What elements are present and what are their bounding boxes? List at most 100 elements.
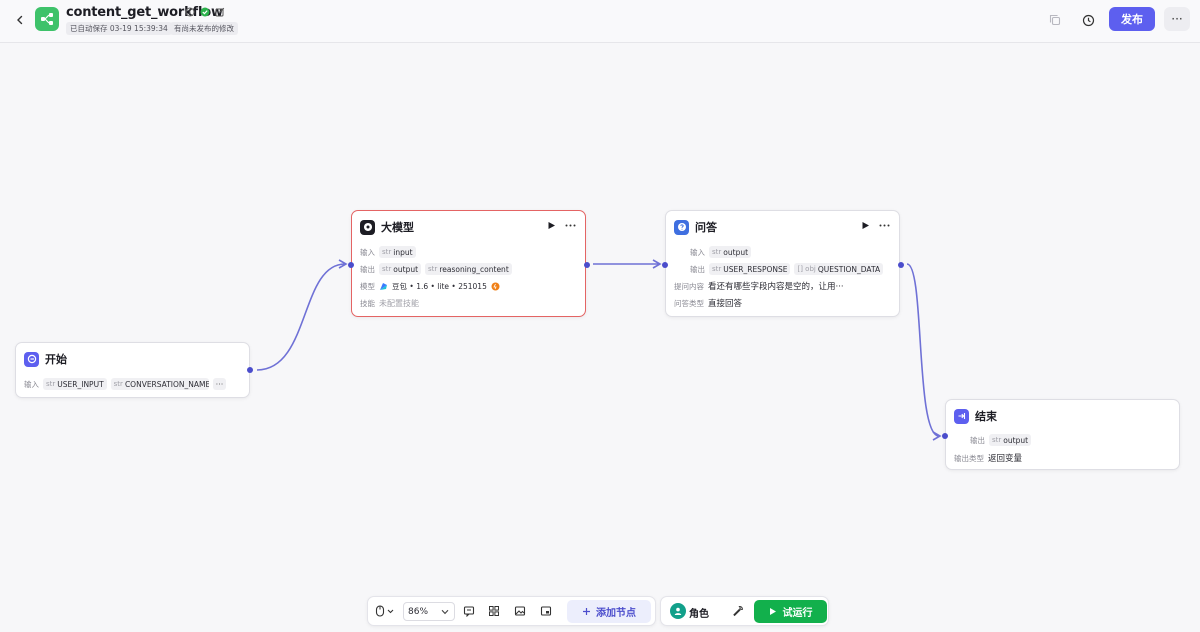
llm-node-title: 大模型 bbox=[381, 221, 414, 234]
start-output-port[interactable] bbox=[247, 367, 253, 373]
qa-node-answer-type-row: 问答类型 直接回答 bbox=[674, 296, 742, 310]
var-name: USER_RESPONSE bbox=[723, 264, 788, 274]
qa-node-actions bbox=[861, 221, 890, 230]
workflow-icon bbox=[41, 13, 53, 25]
publish-button[interactable]: 发布 bbox=[1109, 7, 1155, 31]
history-button[interactable] bbox=[1079, 11, 1097, 29]
variable-chip: str USER_RESPONSE bbox=[709, 263, 791, 275]
test-run-label: 试运行 bbox=[782, 608, 813, 619]
end-input-port[interactable] bbox=[942, 433, 948, 439]
edit-icon[interactable] bbox=[215, 7, 225, 17]
zoom-value: 86% bbox=[408, 606, 429, 617]
back-button[interactable] bbox=[11, 11, 29, 29]
mouse-icon bbox=[375, 605, 394, 617]
qa-node-title: 问答 bbox=[695, 221, 717, 234]
qa-output-port[interactable] bbox=[898, 262, 904, 268]
start-node-icon-box bbox=[24, 351, 39, 367]
top-bar: content_get_workflow 已自动保存 03-19 15:39:3… bbox=[0, 0, 1200, 43]
var-name: CONVERSATION_NAME bbox=[124, 379, 209, 389]
add-node-button[interactable]: 添加节点 bbox=[567, 600, 651, 623]
start-node-inputs: 输入 str USER_INPUT str CONVERSATION_NAME … bbox=[24, 377, 227, 391]
input-label: 输入 bbox=[690, 247, 705, 257]
llm-node-input-row: 输入 str input bbox=[360, 245, 416, 259]
skill-label: 技能 bbox=[360, 298, 375, 308]
comment-button[interactable] bbox=[461, 603, 477, 619]
var-name: output bbox=[1003, 435, 1029, 445]
edge-qa-end-arrow bbox=[932, 431, 942, 441]
more-button[interactable]: ··· bbox=[1164, 7, 1190, 31]
model-value: 豆包 • 1.6 • lite • 251015 bbox=[392, 281, 487, 291]
history-icon bbox=[1082, 14, 1094, 26]
llm-node-icon-box bbox=[360, 219, 375, 235]
check-circle-icon bbox=[200, 7, 210, 17]
minimap-button[interactable] bbox=[538, 603, 554, 619]
image-button[interactable] bbox=[512, 603, 528, 619]
comment-icon bbox=[463, 606, 475, 617]
image-icon bbox=[514, 606, 526, 616]
llm-output-port[interactable] bbox=[584, 262, 590, 268]
question-icon bbox=[677, 223, 686, 231]
interaction-mode-button[interactable] bbox=[373, 603, 397, 619]
input-label: 输入 bbox=[24, 379, 39, 389]
end-node[interactable]: 结束 输出 str output 输出类型 返回变量 bbox=[942, 399, 1180, 470]
exit-icon bbox=[958, 413, 965, 419]
more-options-icon[interactable] bbox=[565, 221, 576, 230]
edge-start-llm bbox=[256, 263, 346, 371]
test-run-button[interactable]: 试运行 bbox=[754, 600, 827, 623]
var-type: str bbox=[428, 265, 438, 273]
output-type-label: 输出类型 bbox=[954, 453, 984, 463]
qa-node-question-row: 提问内容 看还有哪些字段内容是空的，让用··· bbox=[674, 279, 844, 293]
variable-chip: str output bbox=[989, 434, 1032, 446]
answer-type-label: 问答类型 bbox=[674, 298, 704, 308]
output-type-value: 返回变量 bbox=[988, 454, 1023, 464]
llm-icon bbox=[363, 223, 372, 231]
qa-node-output-row: 输出 str USER_RESPONSE [] obj QUESTION_DAT… bbox=[690, 262, 884, 276]
output-label: 输出 bbox=[970, 435, 985, 445]
var-name: QUESTION_DATA bbox=[817, 264, 881, 274]
output-label: 输出 bbox=[360, 264, 375, 274]
chevron-left-icon bbox=[17, 15, 23, 25]
edge-start-llm-arrow bbox=[338, 259, 348, 269]
question-label: 提问内容 bbox=[674, 281, 704, 291]
wrench-icon bbox=[733, 605, 743, 617]
debug-settings-button[interactable] bbox=[730, 603, 746, 619]
layout-grid-icon bbox=[489, 606, 499, 616]
start-node[interactable]: 开始 输入 str USER_INPUT str CONVERSATION_NA… bbox=[15, 342, 253, 398]
llm-node[interactable]: 大模型 输入 str input 输出 str output str reaso… bbox=[348, 210, 590, 317]
edge-llm-qa-arrow bbox=[652, 259, 662, 269]
qa-node-icon-box bbox=[674, 219, 689, 235]
title-icons bbox=[185, 7, 225, 17]
variable-chip: str output bbox=[379, 263, 422, 275]
model-label: 模型 bbox=[360, 281, 375, 291]
var-name: output bbox=[723, 247, 749, 257]
end-node-icon-box bbox=[954, 408, 969, 424]
auto-layout-button[interactable] bbox=[486, 603, 502, 619]
copy-icon bbox=[1049, 14, 1061, 26]
zoom-select[interactable]: 86% bbox=[403, 602, 455, 621]
answer-type-value: 直接回答 bbox=[708, 299, 743, 309]
more-variables-button[interactable]: ··· bbox=[212, 378, 227, 390]
run-node-icon[interactable] bbox=[861, 221, 870, 230]
copy-button[interactable] bbox=[1046, 11, 1064, 29]
more-options-icon[interactable] bbox=[879, 221, 890, 230]
qa-node-input-row: 输入 str output bbox=[690, 245, 752, 259]
role-label[interactable]: 角色 bbox=[689, 605, 709, 620]
play-icon bbox=[769, 608, 776, 615]
var-type: str bbox=[712, 265, 722, 273]
llm-node-header: 大模型 bbox=[360, 219, 414, 235]
info-icon[interactable] bbox=[185, 7, 195, 17]
llm-node-output-row: 输出 str output str reasoning_content bbox=[360, 262, 512, 276]
run-node-icon[interactable] bbox=[547, 221, 556, 230]
llm-node-actions bbox=[547, 221, 576, 230]
var-name: reasoning_content bbox=[439, 264, 509, 274]
start-node-header: 开始 bbox=[24, 351, 67, 367]
var-type: str bbox=[382, 248, 392, 256]
qa-input-port[interactable] bbox=[662, 262, 668, 268]
role-avatar[interactable] bbox=[670, 603, 686, 619]
llm-input-port[interactable] bbox=[348, 262, 354, 268]
play-circle-icon bbox=[27, 354, 36, 364]
qa-node-header: 问答 bbox=[674, 219, 717, 235]
variable-chip: str reasoning_content bbox=[425, 263, 512, 275]
question-value: 看还有哪些字段内容是空的，让用··· bbox=[708, 282, 844, 292]
qa-node[interactable]: 问答 输入 str output 输出 str USER_RESPONSE []… bbox=[662, 210, 904, 317]
